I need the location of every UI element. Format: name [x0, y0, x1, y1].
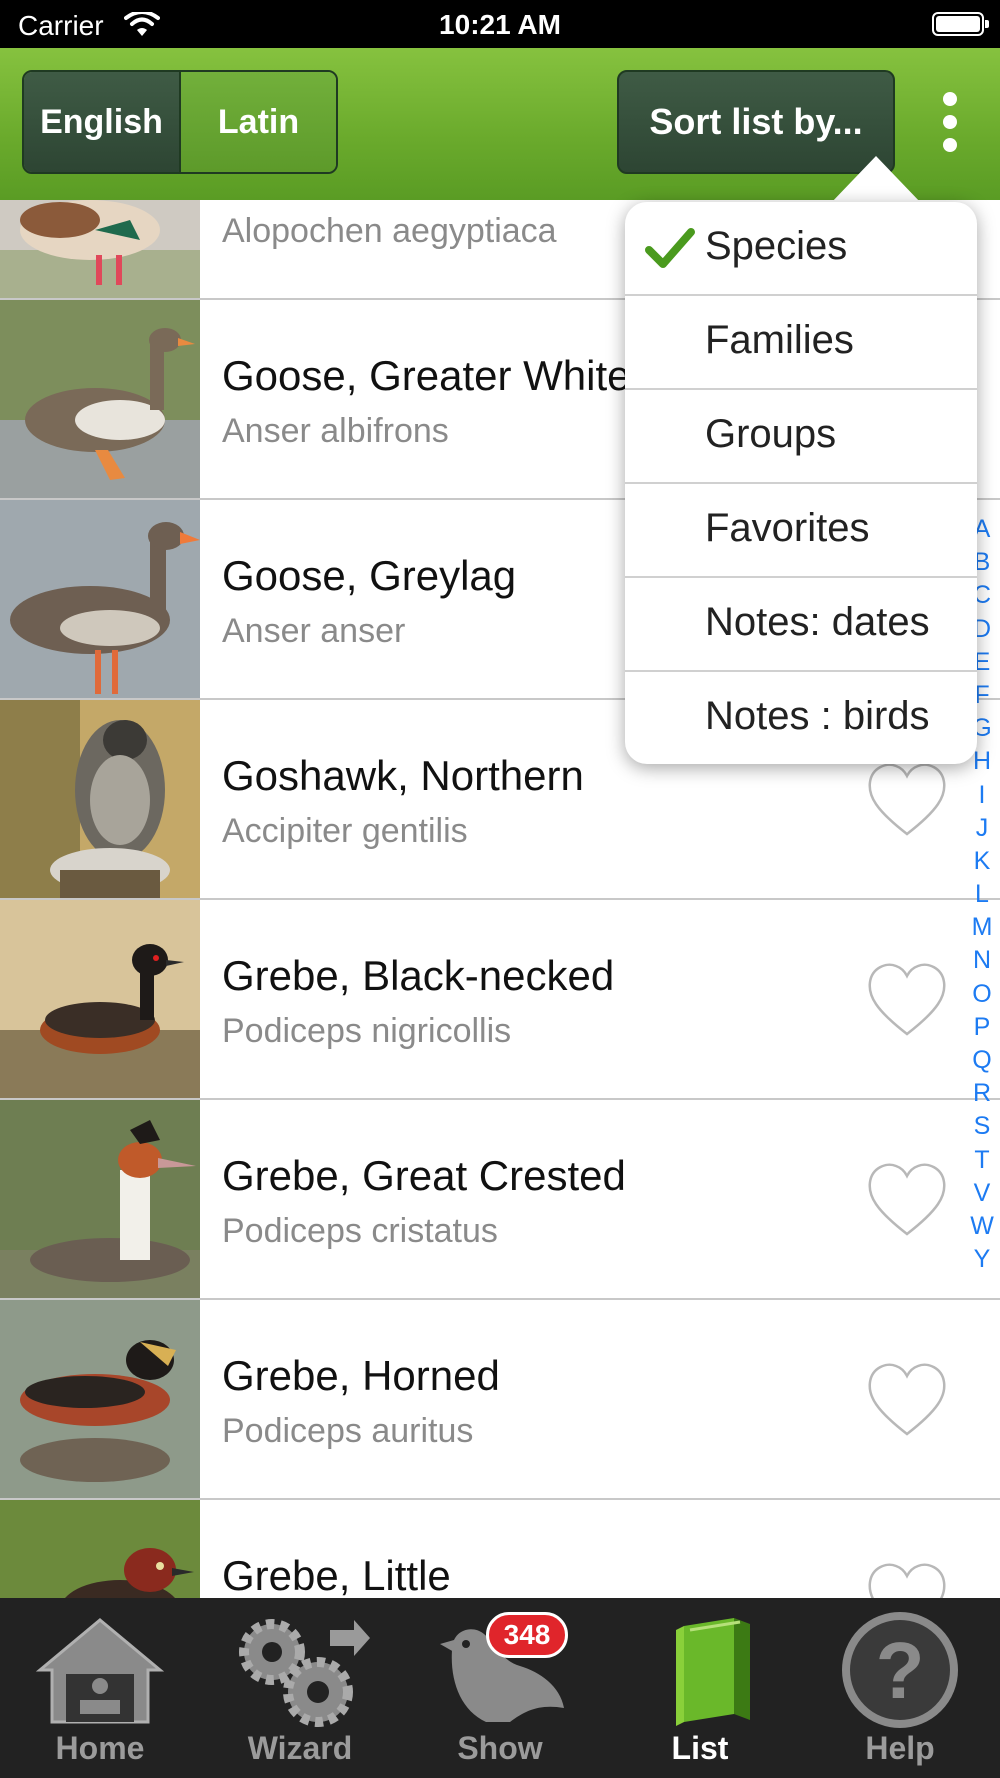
index-letter[interactable]: W	[966, 1210, 998, 1243]
favorite-heart-icon[interactable]	[866, 1560, 948, 1598]
tab-help[interactable]: ? Help	[800, 1598, 1000, 1778]
tab-label: Wizard	[247, 1730, 353, 1766]
favorite-heart-icon[interactable]	[866, 1160, 948, 1240]
popover-arrow	[830, 156, 922, 204]
bird-common-name: Goshawk, Northern	[222, 752, 584, 799]
bird-photo	[0, 700, 200, 898]
index-letter[interactable]: M	[966, 911, 998, 944]
bird-common-name: Grebe, Great Crested	[222, 1152, 626, 1199]
bird-latin-name: Accipiter gentilis	[222, 812, 468, 850]
english-button[interactable]: English	[24, 72, 181, 172]
tab-label: Home	[55, 1730, 145, 1766]
battery-icon	[932, 12, 989, 36]
sort-option-label: Notes : birds	[705, 694, 930, 738]
sort-option-label: Notes: dates	[705, 600, 930, 644]
tab-label: Help	[865, 1730, 935, 1766]
latin-button[interactable]: Latin	[181, 72, 336, 172]
tab-wizard[interactable]: Wizard	[200, 1598, 400, 1778]
question-icon: ?	[842, 1612, 958, 1728]
status-bar: Carrier 10:21 AM	[0, 0, 1000, 48]
sort-option-label: Families	[705, 318, 854, 362]
sort-menu-popover: Species Families Groups Favorites Notes:…	[625, 202, 977, 764]
clock: 10:21 AM	[439, 9, 561, 40]
language-toggle: English Latin	[22, 70, 338, 174]
sort-option-notes-dates[interactable]: Notes: dates	[625, 578, 977, 672]
bird-photo	[0, 300, 200, 498]
show-count-badge: 348	[486, 1612, 568, 1658]
index-letter[interactable]: Y	[966, 1243, 998, 1276]
sort-option-label: Favorites	[705, 506, 870, 550]
tab-home[interactable]: Home	[0, 1598, 200, 1778]
index-letter[interactable]: I	[966, 779, 998, 812]
favorite-heart-icon[interactable]	[866, 1360, 948, 1440]
index-letter[interactable]: S	[966, 1110, 998, 1143]
tab-label: Show	[457, 1730, 543, 1766]
bird-common-name: Goose, Greylag	[222, 552, 517, 599]
bird-latin-name: Podiceps auritus	[222, 1412, 474, 1450]
house-icon	[35, 1618, 165, 1724]
bird-photo	[0, 900, 200, 1098]
list-item[interactable]: Grebe, Black-necked Podiceps nigricollis	[0, 900, 1000, 1100]
bird-photo	[0, 1300, 200, 1498]
bird-latin-name: Podiceps nigricollis	[222, 1012, 512, 1050]
index-letter[interactable]: R	[966, 1077, 998, 1110]
list-item[interactable]: Grebe, Little	[0, 1500, 1000, 1598]
list-item[interactable]: Grebe, Horned Podiceps auritus	[0, 1300, 1000, 1500]
sort-option-label: Species	[705, 224, 848, 268]
bird-latin-name: Podiceps cristatus	[222, 1212, 498, 1250]
tab-label: List	[671, 1730, 729, 1766]
sort-option-groups[interactable]: Groups	[625, 390, 977, 484]
index-letter[interactable]: N	[966, 944, 998, 977]
gears-icon	[239, 1619, 370, 1727]
index-letter[interactable]: Q	[966, 1044, 998, 1077]
bird-photo	[0, 500, 200, 698]
bird-common-name: Grebe, Horned	[222, 1352, 500, 1399]
bird-latin-name: Anser anser	[222, 612, 406, 650]
bird-common-name: Grebe, Little	[222, 1552, 451, 1598]
index-letter[interactable]: T	[966, 1144, 998, 1177]
bird-photo	[0, 1100, 200, 1298]
favorite-heart-icon[interactable]	[866, 760, 948, 840]
sort-option-favorites[interactable]: Favorites	[625, 484, 977, 578]
bird-latin-name: Anser albifrons	[222, 412, 449, 450]
favorite-heart-icon[interactable]	[866, 960, 948, 1040]
index-letter[interactable]: V	[966, 1177, 998, 1210]
index-letter[interactable]: J	[966, 812, 998, 845]
tab-list[interactable]: List	[600, 1598, 800, 1778]
index-letter[interactable]: L	[966, 878, 998, 911]
index-letter[interactable]: P	[966, 1011, 998, 1044]
bird-common-name: Grebe, Black-necked	[222, 952, 615, 999]
sort-option-notes-birds[interactable]: Notes : birds	[625, 672, 977, 766]
sort-option-families[interactable]: Families	[625, 296, 977, 390]
vertical-ellipsis-icon[interactable]	[930, 92, 970, 156]
index-letter[interactable]: O	[966, 978, 998, 1011]
book-icon	[676, 1618, 750, 1726]
bird-latin-name: Alopochen aegyptiaca	[222, 212, 557, 250]
index-letter[interactable]: K	[966, 845, 998, 878]
bird-photo	[0, 200, 200, 298]
bird-photo	[0, 1500, 200, 1598]
sort-option-label: Groups	[705, 412, 837, 456]
svg-text:?: ?	[876, 1626, 925, 1715]
sort-option-species[interactable]: Species	[625, 202, 977, 296]
checkmark-icon	[645, 228, 695, 268]
list-item[interactable]: Grebe, Great Crested Podiceps cristatus	[0, 1100, 1000, 1300]
